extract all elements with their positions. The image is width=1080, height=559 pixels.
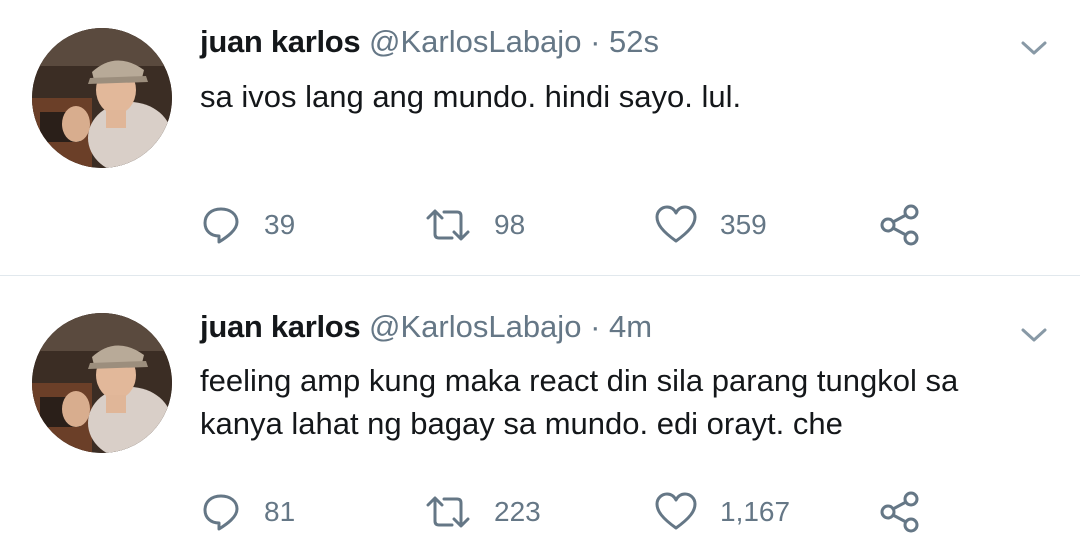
avatar[interactable]	[32, 313, 172, 453]
reply-count: 81	[264, 496, 296, 527]
tweet[interactable]: juan karlos @KarlosLabajo · 4m feeling a…	[0, 277, 1080, 559]
reply-icon	[203, 207, 239, 244]
chevron-down-icon[interactable]	[1018, 319, 1050, 351]
reply-button[interactable]: 39	[200, 201, 295, 249]
tweet-feed: juan karlos @KarlosLabajo · 52s sa ivos …	[0, 0, 1080, 559]
separator: ·	[590, 24, 601, 59]
chevron-down-icon[interactable]	[1018, 32, 1050, 64]
reply-count: 39	[264, 209, 296, 240]
like-button[interactable]: 1,167	[654, 488, 790, 536]
avatar[interactable]	[32, 28, 172, 168]
handle[interactable]: @KarlosLabajo	[369, 24, 581, 59]
retweet-icon	[426, 496, 470, 528]
reply-button[interactable]: 81	[200, 488, 295, 536]
timestamp[interactable]: 4m	[609, 309, 652, 344]
handle[interactable]: @KarlosLabajo	[369, 309, 581, 344]
like-count: 359	[720, 209, 767, 240]
like-count: 1,167	[720, 496, 791, 527]
like-button[interactable]: 359	[654, 201, 767, 249]
avatar-photo	[32, 313, 172, 453]
tweet-actions: 81 223 1,167	[200, 488, 960, 536]
share-button[interactable]	[878, 201, 922, 249]
retweet-count: 223	[494, 496, 541, 527]
heart-icon	[655, 492, 697, 530]
tweet-header: juan karlos @KarlosLabajo · 4m	[200, 307, 652, 347]
tweet-header: juan karlos @KarlosLabajo · 52s	[200, 22, 659, 62]
tweet-text: sa ivos lang ang mundo. hindi sayo. lul.	[200, 79, 742, 114]
share-icon	[880, 204, 919, 246]
timestamp[interactable]: 52s	[609, 24, 659, 59]
retweet-button[interactable]: 98	[424, 201, 525, 249]
retweet-icon	[426, 209, 470, 241]
tweet-text: feeling amp kung maka react din sila par…	[200, 363, 959, 441]
retweet-count: 98	[494, 209, 526, 240]
separator: ·	[590, 309, 601, 344]
heart-icon	[655, 205, 697, 243]
retweet-button[interactable]: 223	[424, 488, 541, 536]
display-name[interactable]: juan karlos	[200, 24, 361, 59]
display-name[interactable]: juan karlos	[200, 309, 361, 344]
tweet-actions: 39 98 359	[200, 201, 960, 249]
reply-icon	[203, 494, 239, 531]
share-icon	[880, 491, 919, 533]
tweet[interactable]: juan karlos @KarlosLabajo · 52s sa ivos …	[0, 0, 1080, 276]
share-button[interactable]	[878, 488, 922, 536]
avatar-photo	[32, 28, 172, 168]
